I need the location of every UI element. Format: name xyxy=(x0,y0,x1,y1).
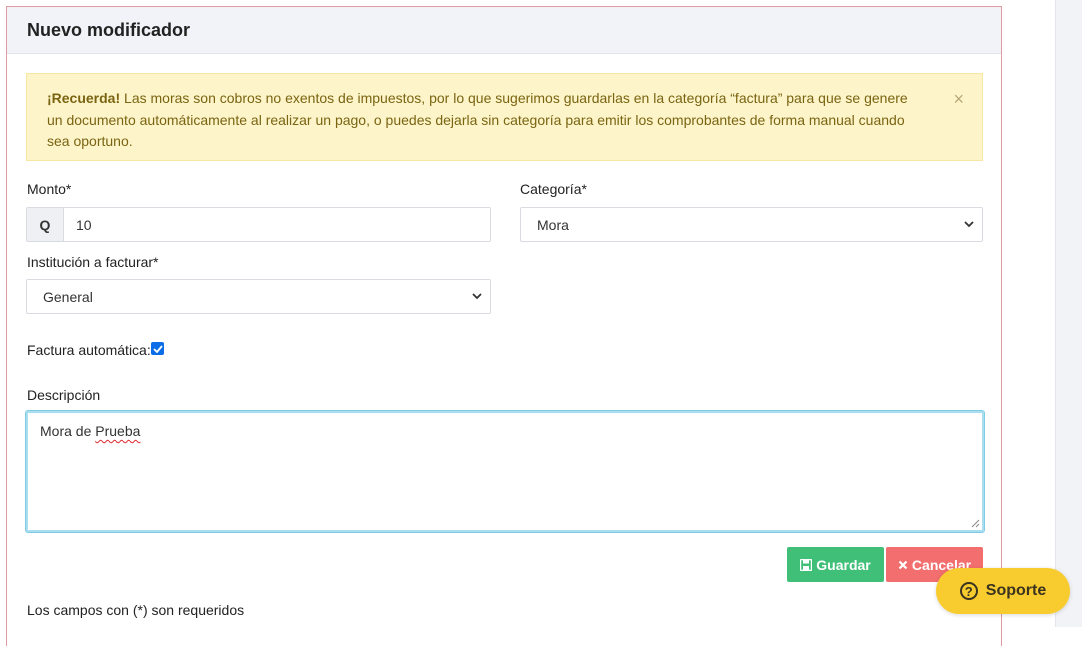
floppy-disk-icon xyxy=(800,558,813,571)
descripcion-text-a: Mora de xyxy=(40,423,96,439)
support-button[interactable]: ? Soporte xyxy=(936,568,1070,614)
modifier-panel: Nuevo modificador ¡Recuerda! Las moras s… xyxy=(6,6,1002,646)
monto-input-group[interactable]: Q 10 xyxy=(26,207,491,242)
resize-handle-icon[interactable] xyxy=(971,519,980,528)
monto-label: Monto* xyxy=(27,181,72,197)
categoria-label: Categoría* xyxy=(520,181,587,197)
save-button[interactable]: Guardar xyxy=(787,547,884,582)
categoria-selected-value: Mora xyxy=(537,216,569,233)
support-label: Soporte xyxy=(985,582,1047,599)
factura-automatica-checkbox[interactable] xyxy=(151,342,164,355)
alert-title: ¡Recuerda! xyxy=(47,90,121,106)
institucion-selected-value: General xyxy=(43,288,93,305)
descripcion-text-b: Prueba xyxy=(95,423,141,439)
reminder-alert: ¡Recuerda! Las moras son cobros no exent… xyxy=(26,73,983,161)
alert-text: Las moras son cobros no exentos de impue… xyxy=(47,90,908,149)
required-fields-note: Los campos con (*) son requeridos xyxy=(27,602,245,618)
factura-automatica-label: Factura automática: xyxy=(27,342,151,358)
monto-input[interactable]: 10 xyxy=(64,208,92,241)
close-icon xyxy=(898,560,908,569)
question-icon: ? xyxy=(959,582,978,600)
currency-prefix: Q xyxy=(27,208,64,241)
checkmark-icon xyxy=(152,344,163,353)
panel-title: Nuevo modificador xyxy=(7,7,1001,54)
categoria-select[interactable]: Mora xyxy=(520,207,983,242)
chevron-down-icon xyxy=(472,292,482,302)
institucion-label: Institución a facturar* xyxy=(27,254,159,270)
save-button-label: Guardar xyxy=(816,556,871,573)
descripcion-textarea[interactable]: Mora de Prueba xyxy=(25,410,985,533)
right-scroll-gutter xyxy=(1055,0,1082,627)
institucion-select[interactable]: General xyxy=(26,279,491,314)
descripcion-label: Descripción xyxy=(27,387,101,403)
chevron-down-icon xyxy=(964,220,974,230)
alert-close-icon[interactable]: × xyxy=(953,88,964,110)
